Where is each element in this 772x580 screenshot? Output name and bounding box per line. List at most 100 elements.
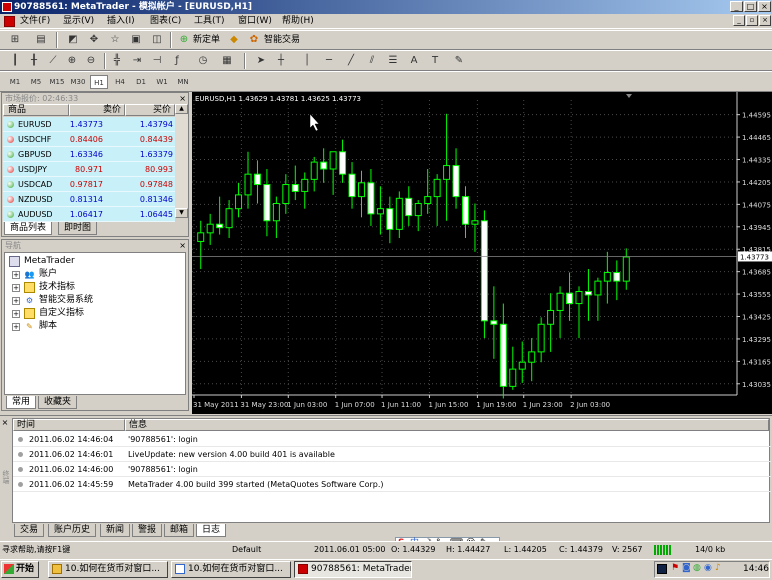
column-header-ask[interactable]: 买价 xyxy=(125,104,175,116)
scrollbar[interactable]: ▲ ▼ xyxy=(175,104,188,218)
close-icon[interactable]: × xyxy=(0,418,10,428)
tab-common[interactable]: 常用 xyxy=(6,396,37,409)
market-watch-row[interactable]: GBPUSD 1.63346 1.63379 xyxy=(3,147,175,162)
tab-mailbox[interactable]: 邮箱 xyxy=(164,524,195,537)
tree-item-expert-advisors[interactable]: 智能交易系统 xyxy=(39,294,93,307)
menu-view[interactable]: 显示(V) xyxy=(63,15,94,27)
tray-update-icon[interactable]: ◉ xyxy=(704,563,712,573)
text-icon[interactable]: A xyxy=(405,53,423,69)
expand-icon[interactable]: + xyxy=(12,271,20,279)
mdi-minimize-button[interactable]: _ xyxy=(733,15,745,26)
periods-icon[interactable]: ◷ xyxy=(194,53,212,69)
timeframe-mn[interactable]: MN xyxy=(174,75,192,89)
mdi-close-button[interactable]: × xyxy=(759,15,771,26)
journal-row[interactable]: 2011.06.02 14:45:59 MetaTrader 4.00 build… xyxy=(13,477,771,492)
market-watch-row[interactable]: USDJPY 80.971 80.993 xyxy=(3,162,175,177)
data-window-icon[interactable]: ☆ xyxy=(106,32,124,48)
new-order-button[interactable]: 新定单 xyxy=(193,32,220,48)
arrows-icon[interactable]: ✎ xyxy=(450,53,468,69)
expand-icon[interactable]: + xyxy=(12,284,20,292)
timeframe-w1[interactable]: W1 xyxy=(153,75,171,89)
timeframe-m30[interactable]: M30 xyxy=(69,75,87,89)
zoom-in-icon[interactable]: ⊕ xyxy=(63,53,81,69)
tree-item-scripts[interactable]: 脚本 xyxy=(39,320,57,333)
journal-row[interactable]: 2011.06.02 14:46:04 '90788561': login xyxy=(13,432,771,447)
tab-favorites[interactable]: 收藏夹 xyxy=(38,396,78,409)
expert-advisors-button[interactable]: 智能交易 xyxy=(264,32,300,48)
expand-icon[interactable]: + xyxy=(12,323,20,331)
text-label-icon[interactable]: T xyxy=(426,53,444,69)
autoscroll-icon[interactable]: ⇥ xyxy=(128,53,146,69)
tray-network-icon[interactable]: ◙ xyxy=(682,563,691,573)
timeframe-m1[interactable]: M1 xyxy=(6,75,24,89)
profiles-icon[interactable]: ▤ xyxy=(32,32,50,48)
tray-volume-icon[interactable]: ♪ xyxy=(715,563,721,573)
crosshair-icon[interactable]: ┼ xyxy=(272,53,290,69)
tab-journal[interactable]: 日志 xyxy=(196,524,227,537)
tester-icon[interactable]: ◫ xyxy=(148,32,166,48)
zoom-out-icon[interactable]: ⊖ xyxy=(82,53,100,69)
mdi-restore-button[interactable]: ▫ xyxy=(746,15,758,26)
bar-chart-icon[interactable]: ┃ xyxy=(6,53,24,69)
expert-advisors-icon[interactable]: ✿ xyxy=(245,32,263,48)
column-header-message[interactable]: 信息 xyxy=(125,419,769,431)
journal-row[interactable]: 2011.06.02 14:46:00 '90788561': login xyxy=(13,462,771,477)
menu-charts[interactable]: 图表(C) xyxy=(150,15,181,27)
timeframe-m15[interactable]: M15 xyxy=(48,75,66,89)
market-watch-row[interactable]: USDCAD 0.97817 0.97848 xyxy=(3,177,175,192)
tab-tick-chart[interactable]: 即时图 xyxy=(58,222,98,235)
navigator-root[interactable]: MetaTrader xyxy=(24,255,75,268)
market-watch-icon[interactable]: ◩ xyxy=(64,32,82,48)
tree-item-accounts[interactable]: 账户 xyxy=(39,268,57,281)
new-order-icon[interactable]: ⊕ xyxy=(175,32,193,48)
indicators-icon[interactable]: ƒ xyxy=(168,53,186,69)
tab-account-history[interactable]: 账户历史 xyxy=(48,524,97,537)
cursor-icon[interactable]: ➤ xyxy=(252,53,270,69)
scroll-down-icon[interactable]: ▼ xyxy=(175,208,188,218)
menu-help[interactable]: 帮助(H) xyxy=(282,15,314,27)
market-watch-row[interactable]: AUDUSD 1.06417 1.06445 xyxy=(3,207,175,222)
new-chart-icon[interactable]: ⊞ xyxy=(6,32,24,48)
candlestick-icon[interactable]: ╂ xyxy=(25,53,43,69)
scroll-up-icon[interactable]: ▲ xyxy=(175,104,188,114)
column-header-bid[interactable]: 卖价 xyxy=(69,104,125,116)
timeframe-h1[interactable]: H1 xyxy=(90,75,108,89)
tray-shield-icon[interactable]: ◍ xyxy=(693,563,701,573)
timeframe-h4[interactable]: H4 xyxy=(111,75,129,89)
tab-symbols[interactable]: 商品列表 xyxy=(4,222,53,235)
tree-item-indicators[interactable]: 技术指标 xyxy=(39,281,75,294)
grid-icon[interactable]: ╬ xyxy=(108,53,126,69)
column-header-time[interactable]: 时间 xyxy=(13,419,125,431)
journal-row[interactable]: 2011.06.02 14:46:01 LiveUpdate: new versi… xyxy=(13,447,771,462)
menu-insert[interactable]: 插入(I) xyxy=(107,15,135,27)
close-icon[interactable]: × xyxy=(179,93,186,104)
timeframe-m5[interactable]: M5 xyxy=(27,75,45,89)
menu-tools[interactable]: 工具(T) xyxy=(194,15,225,27)
tab-alerts[interactable]: 警报 xyxy=(132,524,163,537)
timeframe-d1[interactable]: D1 xyxy=(132,75,150,89)
channel-icon[interactable]: ⫽ xyxy=(363,53,381,69)
start-button[interactable]: 开始 xyxy=(1,561,39,578)
column-header-symbol[interactable]: 商品 xyxy=(3,104,69,116)
tray-app-icon[interactable] xyxy=(657,564,667,574)
market-watch-row[interactable]: NZDUSD 0.81314 0.81346 xyxy=(3,192,175,207)
price-chart[interactable]: 1.44595 1.44465 1.44335 1.44205 1.44075 1.439… xyxy=(192,92,772,414)
tab-news[interactable]: 新闻 xyxy=(100,524,131,537)
minimize-button[interactable]: _ xyxy=(730,1,743,12)
vertical-line-icon[interactable]: │ xyxy=(298,53,316,69)
horizontal-line-icon[interactable]: ─ xyxy=(320,53,338,69)
expand-icon[interactable]: + xyxy=(12,297,20,305)
menu-file[interactable]: 文件(F) xyxy=(20,15,50,27)
menu-window[interactable]: 窗口(W) xyxy=(238,15,272,27)
taskbar-item-3[interactable]: 90788561: MetaTrader -... xyxy=(294,561,412,578)
close-button[interactable]: × xyxy=(758,1,771,12)
tab-trade[interactable]: 交易 xyxy=(14,524,45,537)
trendline-icon[interactable]: ╱ xyxy=(342,53,360,69)
tray-flag-icon[interactable]: ⚑ xyxy=(671,563,679,573)
close-icon[interactable]: × xyxy=(179,240,186,251)
taskbar-item-2[interactable]: 10.如何在货币对窗口... xyxy=(171,561,291,578)
navigator-icon[interactable]: ✥ xyxy=(85,32,103,48)
templates-icon[interactable]: ▦ xyxy=(218,53,236,69)
line-chart-icon[interactable]: ⟋ xyxy=(44,53,62,69)
market-watch-row[interactable]: EURUSD 1.43773 1.43794 xyxy=(3,117,175,132)
